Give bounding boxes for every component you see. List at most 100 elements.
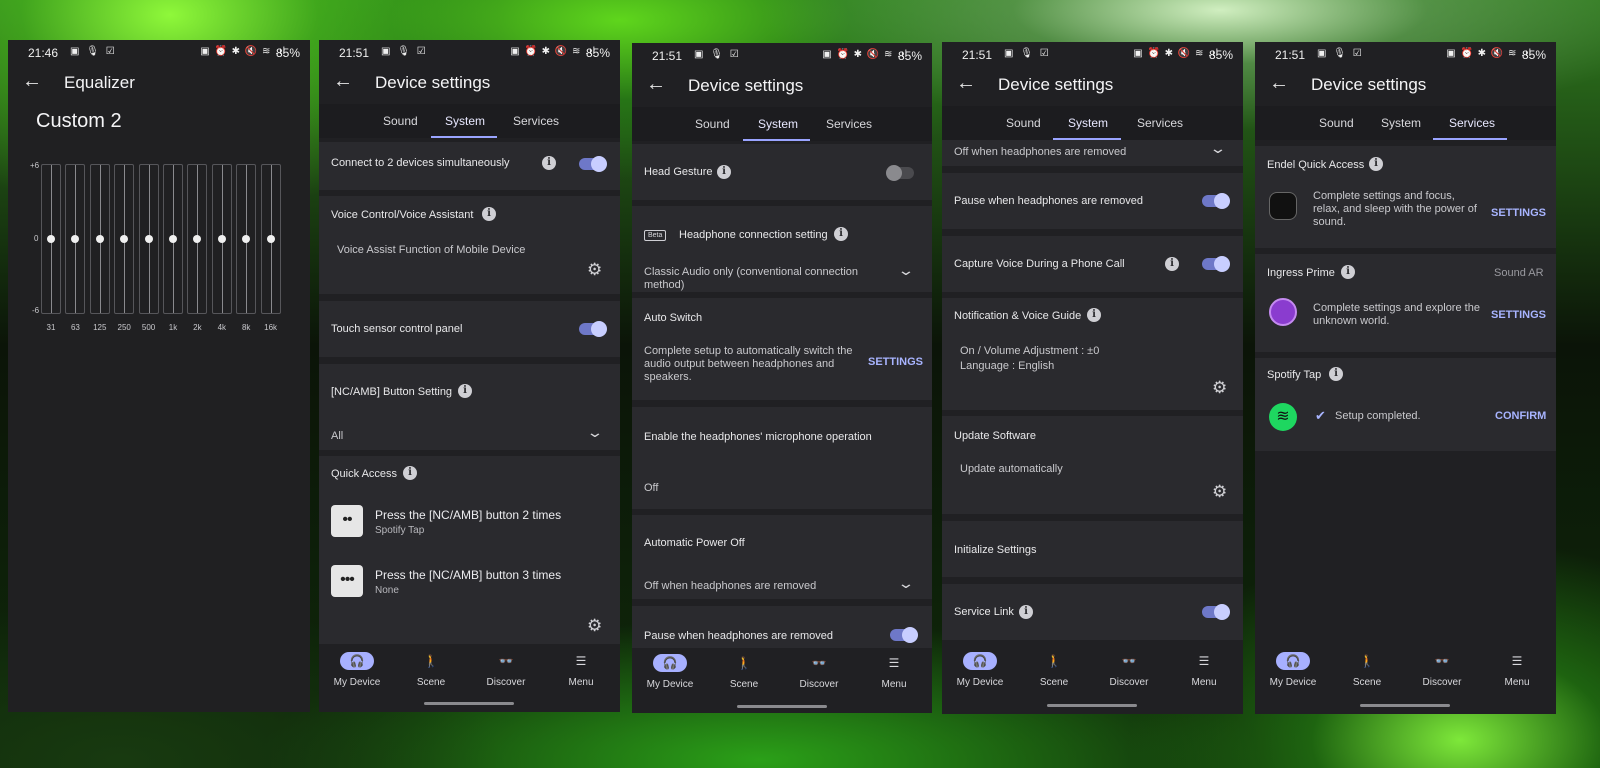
notification-card[interactable]: Notification & Voice Guide i On / Volume…	[942, 298, 1243, 410]
eq-band-knob[interactable]	[47, 235, 55, 243]
pause-toggle[interactable]	[890, 627, 918, 643]
tab-system[interactable]: System	[445, 114, 485, 128]
tab-system[interactable]: System	[1068, 116, 1108, 130]
nav-menu[interactable]: ☰ Menu	[1482, 652, 1552, 688]
back-arrow-icon[interactable]: ←	[646, 73, 666, 96]
power-off-card[interactable]: Off when headphones are removed ⌄	[942, 140, 1243, 166]
info-icon[interactable]: i	[542, 156, 556, 170]
notification-label: Notification & Voice Guide	[954, 310, 1082, 322]
qa1-title[interactable]: Press the [NC/AMB] button 2 times	[375, 508, 561, 522]
mic-operation-card[interactable]: Enable the headphones' microphone operat…	[632, 407, 932, 509]
nav-label: Menu	[1504, 677, 1530, 688]
nav-discover[interactable]: 👓 Discover	[784, 654, 854, 690]
service-link-toggle[interactable]	[1202, 604, 1230, 620]
info-icon[interactable]: i	[717, 165, 731, 179]
chevron-down-icon[interactable]: ⌄	[1209, 140, 1227, 157]
head-gesture-toggle[interactable]	[886, 165, 914, 181]
endel-settings-button[interactable]: SETTINGS	[1491, 207, 1546, 219]
nav-menu[interactable]: ☰ Menu	[546, 652, 616, 688]
eq-band-knob[interactable]	[169, 235, 177, 243]
tab-services[interactable]: Services	[826, 117, 872, 131]
spotify-confirm-button[interactable]: CONFIRM	[1495, 410, 1546, 422]
auto-switch-settings-button[interactable]: SETTINGS	[868, 356, 923, 368]
nc-button-card[interactable]: [NC/AMB] Button Setting i All ⌄	[319, 364, 620, 450]
info-icon[interactable]: i	[1019, 605, 1033, 619]
nav-menu[interactable]: ☰ Menu	[1169, 652, 1239, 688]
tab-services[interactable]: Services	[1137, 116, 1183, 130]
tab-system[interactable]: System	[1381, 116, 1421, 130]
info-icon[interactable]: i	[1329, 367, 1343, 381]
back-arrow-icon[interactable]: ←	[1269, 72, 1289, 95]
nav-my-device[interactable]: 🎧 My Device	[945, 652, 1015, 688]
chevron-down-icon[interactable]: ⌄	[586, 424, 604, 441]
info-icon[interactable]: i	[1369, 157, 1383, 171]
nav-scene[interactable]: 🚶 Scene	[709, 654, 779, 690]
nav-my-device[interactable]: 🎧 My Device	[1258, 652, 1328, 688]
power-off-card[interactable]: Automatic Power Off Off when headphones …	[632, 515, 932, 599]
endel-label: Endel Quick Access	[1267, 159, 1365, 171]
status-time: 21:51	[962, 48, 993, 62]
home-indicator[interactable]	[1047, 704, 1137, 707]
nc-button-label: [NC/AMB] Button Setting	[331, 386, 453, 398]
nav-label: Scene	[1039, 677, 1069, 688]
info-icon[interactable]: i	[1341, 265, 1355, 279]
eq-band-knob[interactable]	[144, 235, 153, 243]
capture-voice-toggle[interactable]	[1202, 256, 1230, 272]
nav-scene[interactable]: 🚶 Scene	[1332, 652, 1402, 688]
info-icon[interactable]: i	[403, 466, 417, 480]
nav-my-device[interactable]: 🎧 My Device	[322, 652, 392, 688]
connection-setting-card[interactable]: Beta Headphone connection setting i Clas…	[632, 206, 932, 292]
eq-scale-top: +6	[30, 161, 40, 170]
touch-panel-toggle[interactable]	[579, 321, 607, 337]
nav-menu[interactable]: ☰ Menu	[859, 654, 929, 690]
gear-icon[interactable]: ⚙	[1212, 482, 1227, 502]
nav-scene[interactable]: 🚶 Scene	[1019, 652, 1089, 688]
chevron-down-icon[interactable]: ⌄	[897, 575, 915, 592]
update-software-card[interactable]: Update Software Update automatically ⚙	[942, 416, 1243, 514]
qa2-title[interactable]: Press the [NC/AMB] button 3 times	[375, 568, 561, 582]
tab-services[interactable]: Services	[513, 114, 559, 128]
tab-sound[interactable]: Sound	[1319, 116, 1354, 130]
gear-icon[interactable]: ⚙	[587, 616, 602, 636]
info-icon[interactable]: i	[458, 384, 472, 398]
device-settings-system-screen-2: 21:51 ▣ 🎙 ☑ ▣ ⏰ ✱ 🔇 ≋ .ıl 85% ← Device s…	[632, 43, 932, 713]
back-arrow-icon[interactable]: ←	[22, 70, 42, 93]
eq-scale-bottom: -6	[32, 306, 40, 315]
tab-sound[interactable]: Sound	[1006, 116, 1041, 130]
nav-scene[interactable]: 🚶 Scene	[396, 652, 466, 688]
nav-discover[interactable]: 👓 Discover	[1407, 652, 1477, 688]
gear-icon[interactable]: ⚙	[587, 260, 602, 280]
chevron-down-icon[interactable]: ⌄	[897, 262, 915, 279]
pause-toggle[interactable]	[1202, 193, 1230, 209]
info-icon[interactable]: i	[482, 207, 496, 221]
tab-sound[interactable]: Sound	[383, 114, 418, 128]
voice-assistant-card[interactable]: Voice Control/Voice Assistant i Voice As…	[319, 196, 620, 294]
tab-sound[interactable]: Sound	[695, 117, 730, 131]
nav-my-device[interactable]: 🎧 My Device	[635, 654, 705, 690]
gear-icon[interactable]: ⚙	[1212, 378, 1227, 398]
endel-card: Endel Quick Access i Complete settings a…	[1255, 146, 1556, 248]
home-indicator[interactable]	[424, 702, 514, 705]
nav-discover[interactable]: 👓 Discover	[1094, 652, 1164, 688]
eq-band-knob[interactable]	[266, 235, 275, 243]
connect-two-toggle[interactable]	[579, 156, 607, 172]
home-indicator[interactable]	[1360, 704, 1450, 707]
tab-services[interactable]: Services	[1449, 116, 1495, 130]
ingress-label: Ingress Prime	[1267, 267, 1335, 279]
update-software-value: Update automatically	[960, 463, 1063, 475]
home-indicator[interactable]	[737, 705, 827, 708]
back-arrow-icon[interactable]: ←	[956, 72, 976, 95]
back-arrow-icon[interactable]: ←	[333, 70, 353, 93]
eq-band-knob[interactable]	[217, 235, 226, 243]
voice-assistant-value: Voice Assist Function of Mobile Device	[337, 244, 526, 256]
initialize-card[interactable]: Initialize Settings	[942, 521, 1243, 577]
nav-discover[interactable]: 👓 Discover	[471, 652, 541, 688]
info-icon[interactable]: i	[1165, 257, 1179, 271]
info-icon[interactable]: i	[1087, 308, 1101, 322]
info-icon[interactable]: i	[834, 227, 848, 241]
connect-two-card: Connect to 2 devices simultaneously i	[319, 142, 620, 190]
ingress-settings-button[interactable]: SETTINGS	[1491, 309, 1546, 321]
tab-system[interactable]: System	[758, 117, 798, 131]
menu-icon: ☰	[1511, 654, 1523, 668]
eq-band-knob[interactable]	[95, 235, 104, 243]
